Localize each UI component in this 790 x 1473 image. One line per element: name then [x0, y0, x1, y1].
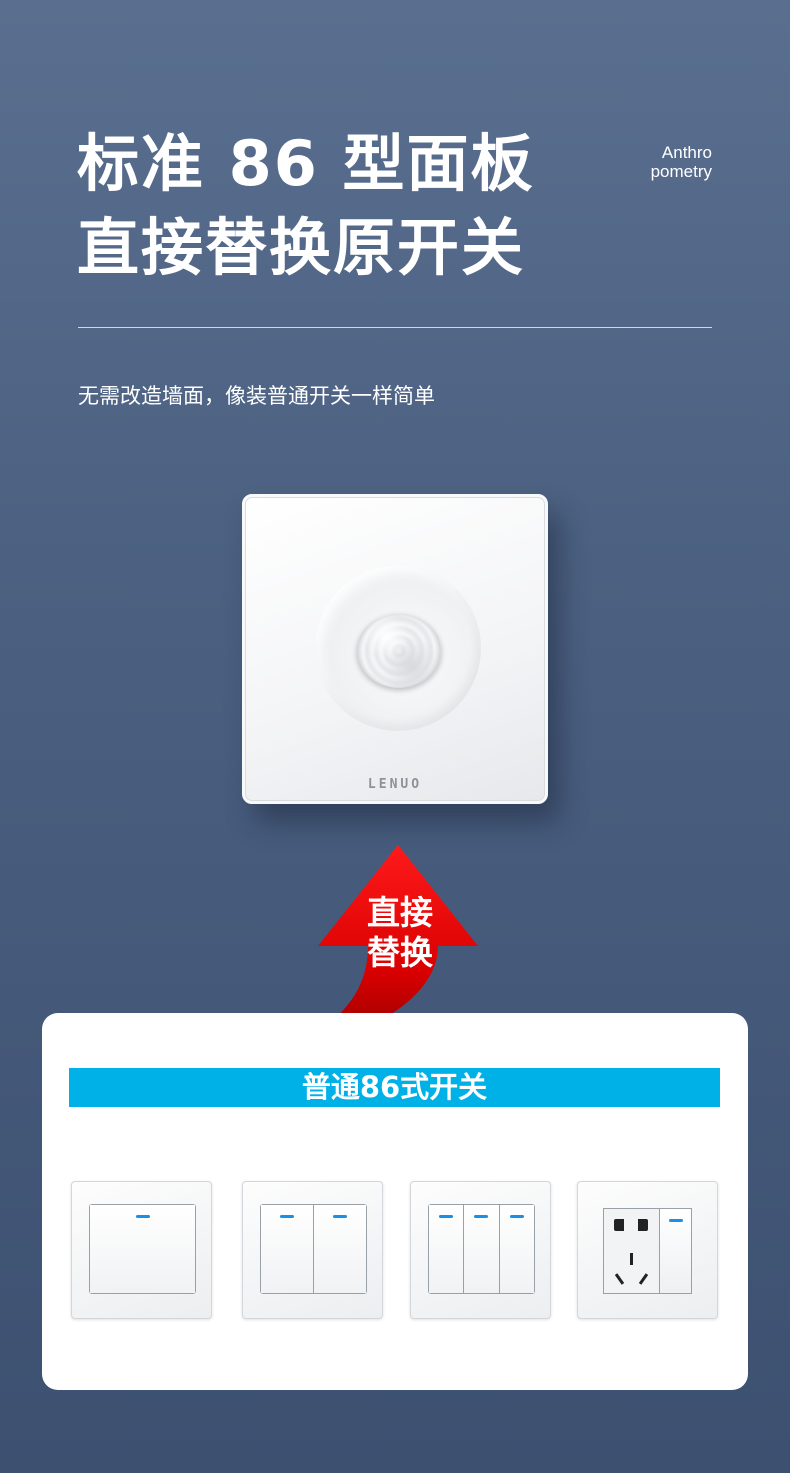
side-label-line-2: pometry [650, 162, 712, 181]
divider [78, 327, 712, 328]
brand-logo: LENUO [367, 777, 423, 792]
led-indicator [668, 1219, 683, 1222]
rocker [261, 1205, 314, 1293]
led-indicator [333, 1215, 347, 1218]
rocker [464, 1205, 500, 1293]
rocker [429, 1205, 465, 1293]
card-banner: 普通86式开关 [69, 1068, 720, 1107]
rocker-frame [89, 1204, 196, 1294]
led-indicator [135, 1215, 150, 1218]
led-indicator [280, 1215, 294, 1218]
led-indicator [474, 1215, 489, 1218]
socket-with-switch [577, 1181, 718, 1319]
headline: 标准 86 型面板 直接替换原开关 [77, 122, 534, 290]
switch-2-gang [242, 1181, 383, 1319]
arrow-label-line-1: 直接 [367, 893, 433, 932]
rocker-frame [428, 1204, 535, 1294]
rocker [90, 1205, 195, 1293]
side-label-line-1: Anthro [661, 143, 712, 162]
switch-3-gang [410, 1181, 551, 1319]
headline-line-1: 标准 86 型面板 [77, 127, 535, 200]
sensor-panel-image: LENUO [242, 494, 548, 804]
arrow-label: 直接 替换 [355, 893, 445, 973]
subtitle: 无需改造墙面，像装普通开关一样简单 [78, 384, 435, 408]
rocker [660, 1209, 691, 1293]
power-outlet-icon [604, 1209, 660, 1293]
rocker [499, 1205, 534, 1293]
headline-line-2: 直接替换原开关 [77, 211, 526, 284]
switch-card: 普通86式开关 [42, 1013, 748, 1390]
led-indicator [509, 1215, 524, 1218]
pir-lens [357, 614, 441, 688]
side-label: Anthro pometry [600, 143, 712, 181]
rocker [314, 1205, 366, 1293]
socket-frame [603, 1208, 692, 1294]
led-indicator [439, 1215, 454, 1218]
rocker-frame [260, 1204, 367, 1294]
switch-1-gang [71, 1181, 212, 1319]
arrow-label-line-2: 替换 [367, 933, 433, 972]
